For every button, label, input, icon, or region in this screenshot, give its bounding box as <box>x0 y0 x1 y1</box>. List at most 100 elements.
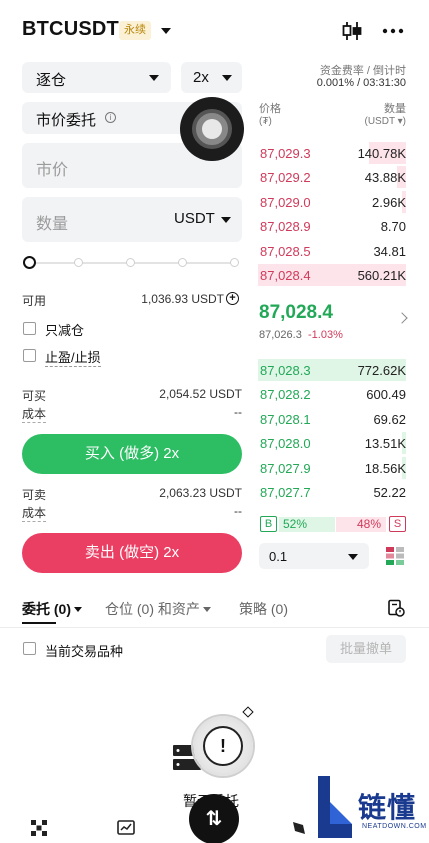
order-type-value: 市价委托 <box>36 112 97 129</box>
bid-qty: 13.51K <box>364 436 406 452</box>
ask-price: 87,028.5 <box>260 243 311 259</box>
bid-row[interactable]: 87,027.9 18.56K <box>258 456 406 479</box>
funding-rate-value: 0.001% / 03:31:30 <box>316 77 406 89</box>
buy-long-button[interactable]: 买入 (做多) 2x <box>22 434 242 474</box>
more-options-icon[interactable] <box>381 20 405 42</box>
earn-nav-icon[interactable] <box>290 819 308 837</box>
ask-qty: 2.96K <box>372 194 406 210</box>
quantity-unit-select[interactable]: USDT <box>174 210 215 227</box>
bid-price: 87,028.0 <box>260 436 311 452</box>
can-sell-value: 2,063.23 USDT <box>159 486 242 500</box>
can-sell-label: 可卖 <box>22 488 47 502</box>
chevron-down-icon <box>202 607 211 612</box>
price-column-header: 价格 <box>259 103 281 115</box>
touch-indicator <box>180 97 244 161</box>
quantity-placeholder: 数量 <box>36 216 69 233</box>
sell-cost-label: 成本 <box>22 506 47 522</box>
cancel-all-button[interactable]: 批量撤单 <box>326 635 406 663</box>
tab-orders[interactable]: 委托 (0) <box>22 599 82 619</box>
symbol-title[interactable]: BTCUSDT <box>22 18 119 41</box>
chevron-down-icon <box>222 75 232 81</box>
quantity-input[interactable]: 数量 USDT <box>22 197 242 242</box>
sell-ratio-value: 48% <box>357 517 382 531</box>
reduce-only-checkbox[interactable] <box>23 322 36 335</box>
sell-cost-value: -- <box>234 504 242 518</box>
active-tab-indicator <box>22 622 56 624</box>
bid-row[interactable]: 87,028.1 69.62 <box>258 408 406 430</box>
watermark-domain: NEATDOWN.COM <box>362 823 427 830</box>
funding-rate-label: 资金费率 / 倒计时 <box>319 65 406 77</box>
last-price: 87,028.4 <box>259 302 333 323</box>
ask-price: 87,028.9 <box>260 219 311 235</box>
depth-precision-select[interactable]: 0.1 <box>259 543 369 569</box>
buy-ratio-value: 52% <box>283 517 308 531</box>
tab-strategy-label: 策略 (0) <box>239 601 288 617</box>
tp-sl-label[interactable]: 止盈/止损 <box>45 347 101 367</box>
tab-positions-label: 仓位 (0) 和资产 <box>105 601 200 617</box>
ask-row[interactable]: 87,029.0 2.96K <box>258 190 406 213</box>
perpetual-badge: 永续 <box>119 21 151 40</box>
slider-step-25[interactable] <box>74 258 83 267</box>
slider-handle[interactable] <box>23 256 36 269</box>
sell-short-button[interactable]: 卖出 (做空) 2x <box>22 533 242 573</box>
bid-qty: 600.49 <box>366 387 406 403</box>
tabs-divider <box>0 627 429 628</box>
order-history-icon[interactable] <box>387 599 405 617</box>
current-symbol-label[interactable]: 当前交易品种 <box>45 641 123 660</box>
info-icon[interactable]: i <box>105 112 116 123</box>
ask-price: 87,029.3 <box>260 146 311 161</box>
depth-precision-value: 0.1 <box>269 549 288 564</box>
tab-positions[interactable]: 仓位 (0) 和资产 <box>105 599 211 619</box>
tab-orders-label: 委托 (0) <box>22 601 71 617</box>
margin-mode-select[interactable]: 逐仓 <box>22 62 171 93</box>
bid-qty: 18.56K <box>364 460 406 476</box>
chevron-down-icon <box>348 554 358 560</box>
bid-price: 87,028.2 <box>260 387 311 403</box>
orderbook-layout-icon[interactable] <box>385 546 405 566</box>
tab-strategy[interactable]: 策略 (0) <box>239 599 288 619</box>
ask-row[interactable]: 87,029.2 43.88K <box>258 166 406 189</box>
candlestick-chart-icon[interactable] <box>341 20 363 42</box>
slider-step-75[interactable] <box>178 258 187 267</box>
ask-row[interactable]: 87,028.9 8.70 <box>258 215 406 237</box>
bid-row[interactable]: 87,027.7 52.22 <box>258 481 406 503</box>
qty-column-header: 数量 <box>384 103 406 115</box>
bid-qty: 52.22 <box>373 485 406 500</box>
symbol-chevron-down-icon[interactable] <box>161 28 171 34</box>
bid-price: 87,028.3 <box>260 363 311 378</box>
transfer-plus-icon[interactable]: + <box>226 292 239 305</box>
price-placeholder: 市价 <box>36 162 69 179</box>
tp-sl-checkbox[interactable] <box>23 349 36 362</box>
ask-row[interactable]: 87,028.4 560.21K <box>258 264 406 286</box>
buy-cost-value: -- <box>234 405 242 419</box>
bid-qty: 69.62 <box>373 411 406 427</box>
ask-qty: 140.78K <box>357 146 406 161</box>
mark-price: 87,026.3 <box>259 329 302 341</box>
markets-icon[interactable] <box>30 819 48 837</box>
bid-row[interactable]: 87,028.0 13.51K <box>258 432 406 455</box>
ask-qty: 8.70 <box>380 219 406 235</box>
bid-row[interactable]: 87,028.2 600.49 <box>258 383 406 405</box>
bid-row[interactable]: 87,028.3 772.62K <box>258 359 406 381</box>
qty-unit-select[interactable]: (USDT ▾) <box>330 116 407 127</box>
current-symbol-checkbox[interactable] <box>23 642 36 655</box>
reduce-only-label[interactable]: 只减仓 <box>45 320 84 339</box>
leverage-select[interactable]: 2x <box>181 62 242 93</box>
leverage-value: 2x <box>193 69 209 86</box>
ask-row[interactable]: 87,028.5 34.81 <box>258 240 406 262</box>
sell-ratio-letter: S <box>389 516 406 532</box>
warning-bubble: ! <box>193 716 253 776</box>
warning-icon: ! <box>203 726 243 766</box>
swap-button[interactable]: ⇅ <box>189 794 239 843</box>
ask-row[interactable]: 87,029.3 140.78K <box>258 142 406 164</box>
available-label: 可用 <box>22 294 47 308</box>
slider-step-100[interactable] <box>230 258 239 267</box>
buy-cost-label: 成本 <box>22 407 47 423</box>
slider-step-50[interactable] <box>126 258 135 267</box>
chart-nav-icon[interactable] <box>117 819 135 837</box>
ask-qty: 34.81 <box>373 243 406 259</box>
can-buy-value: 2,054.52 USDT <box>159 387 242 401</box>
can-buy-label: 可买 <box>22 389 47 403</box>
chevron-right-icon[interactable] <box>396 312 408 324</box>
bid-price: 87,027.9 <box>260 460 311 476</box>
